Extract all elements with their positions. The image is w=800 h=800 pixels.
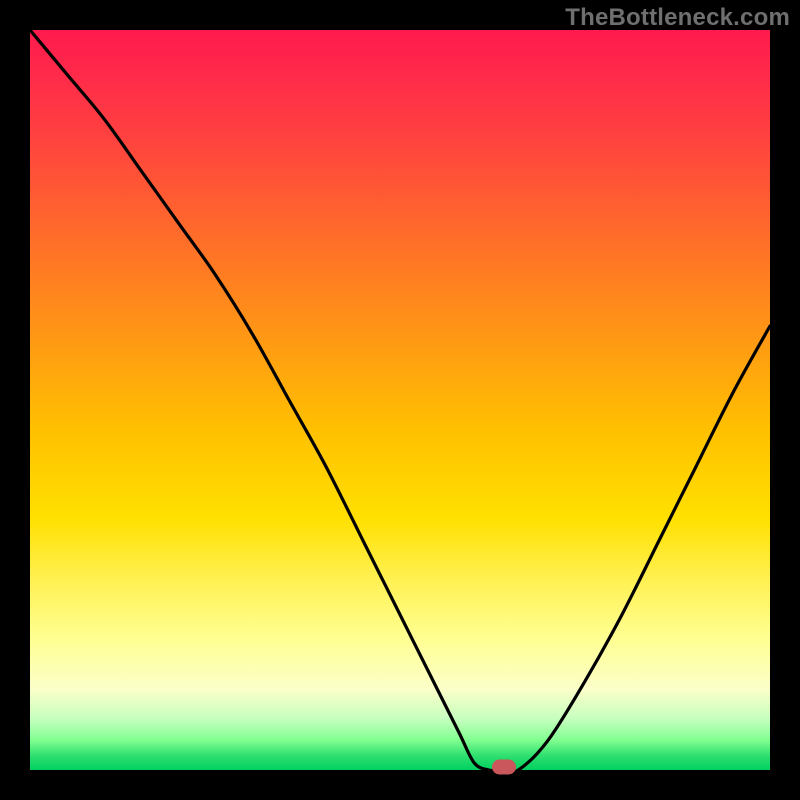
bottleneck-curve [30, 30, 770, 770]
plot-area [30, 30, 770, 770]
watermark-text: TheBottleneck.com [565, 4, 790, 32]
chart-frame: TheBottleneck.com [0, 0, 800, 800]
optimum-marker [492, 760, 516, 775]
